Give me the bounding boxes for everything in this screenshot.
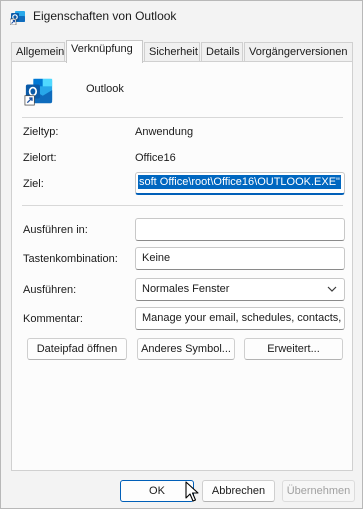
run-mode-select[interactable]: Normales Fenster [135,278,345,301]
tab-sicherheit[interactable]: Sicherheit [144,42,200,61]
properties-dialog: Eigenschaften von Outlook Allgemein Verk… [0,0,363,509]
shortcut-panel: Outlook Zieltyp: Anwendung Zielort: Offi… [11,61,353,471]
target-field[interactable]: soft Office\root\Office16\OUTLOOK.EXE" [135,172,345,195]
tab-details[interactable]: Details [201,42,243,61]
zielort-label: Zielort: [23,152,57,164]
tastenkombination-label: Tastenkombination: [23,253,118,265]
change-icon-button[interactable]: Anderes Symbol... [137,338,235,360]
zieltyp-label: Zieltyp: [23,126,59,138]
mouse-cursor-icon [185,481,199,502]
title-bar[interactable]: Eigenschaften von Outlook [1,1,362,33]
apply-button[interactable]: Übernehmen [282,480,355,502]
zielort-value: Office16 [135,152,176,164]
zieltyp-value: Anwendung [135,126,194,138]
advanced-button[interactable]: Erweitert... [244,338,343,360]
ausfuehren-in-label: Ausführen in: [23,224,88,236]
divider [22,205,343,206]
open-file-location-button[interactable]: Dateipfad öffnen [27,338,127,360]
tab-bar: Allgemein Verknüpfung Sicherheit Details… [11,40,353,63]
run-mode-value: Normales Fenster [142,283,230,295]
tab-allgemein[interactable]: Allgemein [11,42,65,61]
dialog-button-bar: OK Abbrechen Übernehmen [1,473,362,509]
ok-button[interactable]: OK [120,480,194,502]
app-name: Outlook [86,83,124,95]
ausfuehren-label: Ausführen: [23,284,77,296]
target-value: soft Office\root\Office16\OUTLOOK.EXE" [138,175,341,189]
divider [22,117,343,118]
kommentar-label: Kommentar: [23,313,83,325]
tab-vorgaengerversionen[interactable]: Vorgängerversionen [244,42,353,61]
outlook-app-icon [24,78,53,106]
shortcut-key-field[interactable]: Keine [135,247,345,270]
tab-verknuepfung[interactable]: Verknüpfung [66,40,143,63]
window-title: Eigenschaften von Outlook [33,9,177,23]
start-in-field[interactable] [135,218,345,241]
comment-field[interactable]: Manage your email, schedules, contacts, … [135,307,345,330]
ziel-label: Ziel: [23,178,44,190]
chevron-down-icon [327,286,337,292]
outlook-shortcut-icon [10,11,25,25]
cancel-button[interactable]: Abbrechen [202,480,275,502]
